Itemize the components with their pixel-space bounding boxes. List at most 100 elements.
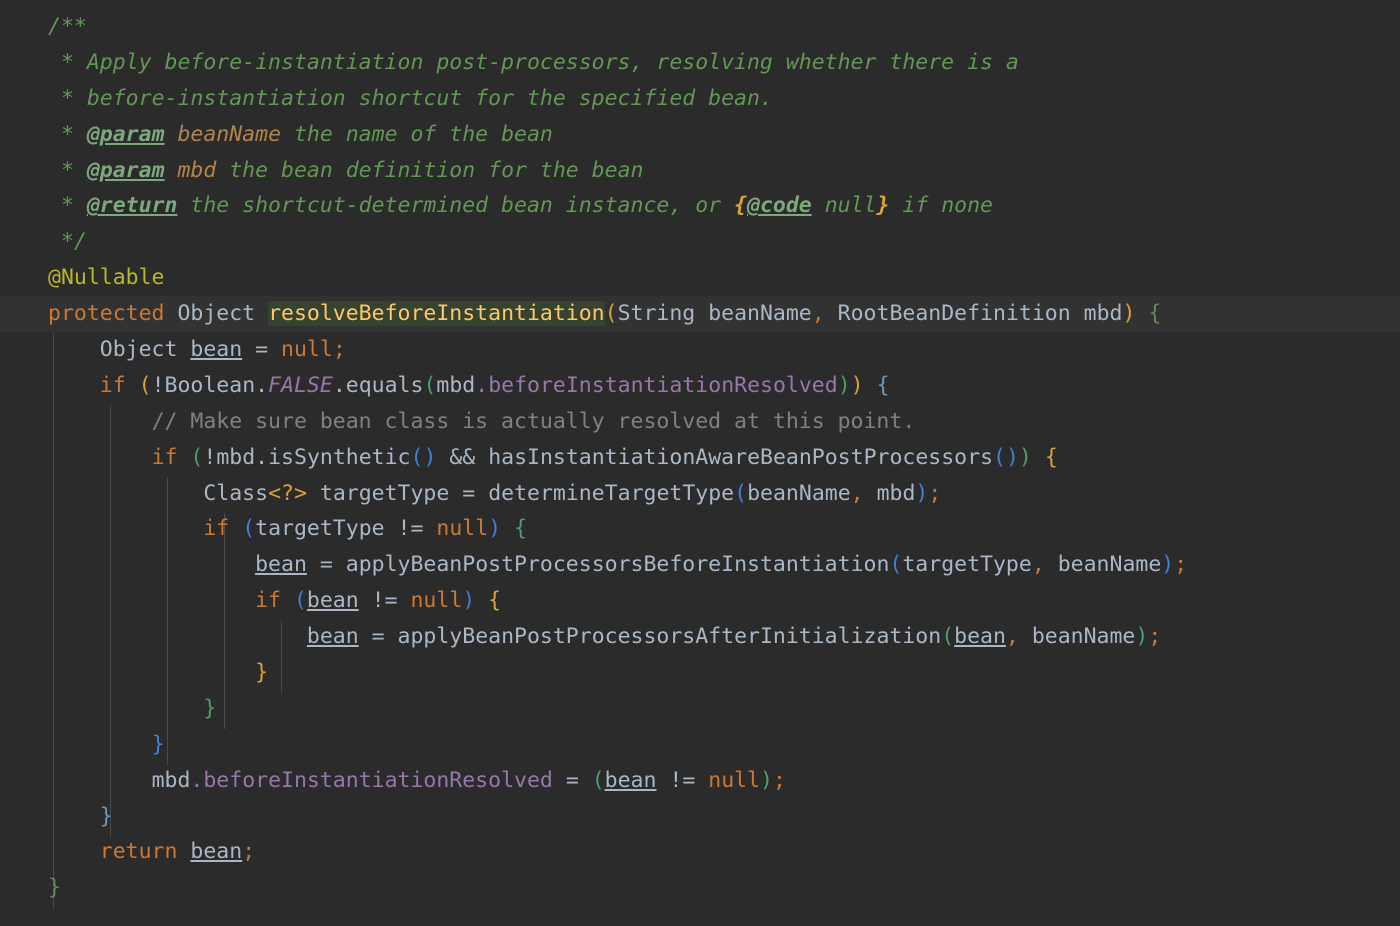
- javadoc-star: *: [48, 157, 87, 183]
- field-beforeinstantiationresolved: beforeInstantiationResolved: [488, 372, 838, 398]
- paren-open: (: [293, 588, 307, 614]
- brace-open: {: [514, 516, 528, 542]
- semicolon: ;: [1148, 624, 1162, 650]
- paren-open: (: [604, 301, 618, 327]
- javadoc-star: *: [48, 121, 87, 147]
- method-call-hasinstantiationawarebeanpostprocessors: hasInstantiationAwareBeanPostProcessors: [488, 444, 994, 470]
- local-var-targettype: targetType: [319, 480, 450, 506]
- literal-null: null: [281, 337, 333, 363]
- dot: .: [255, 444, 269, 470]
- javadoc-param-name: mbd: [164, 157, 217, 183]
- code-line-3[interactable]: * before-instantiation shortcut for the …: [0, 81, 1400, 117]
- code-line-10[interactable]: Object bean = null;: [0, 332, 1400, 368]
- javadoc-brace-open: {: [734, 193, 748, 219]
- code-line-22[interactable]: mbd.beforeInstantiationResolved = (bean …: [0, 763, 1400, 799]
- code-line-16[interactable]: bean = applyBeanPostProcessorsBeforeInst…: [0, 547, 1400, 583]
- javadoc-code-value: null: [811, 193, 877, 219]
- javadoc-param-tag: @param: [86, 121, 165, 147]
- code-line-24[interactable]: return bean;: [0, 834, 1400, 870]
- javadoc-return-tag: @return: [86, 193, 178, 219]
- line-comment: // Make sure bean class is actually reso…: [151, 408, 916, 434]
- javadoc-text-a: the shortcut-determined bean instance, o…: [177, 193, 735, 219]
- type-object: Object: [99, 337, 178, 363]
- code-line-20[interactable]: }: [0, 691, 1400, 727]
- comma: ,: [1031, 552, 1045, 578]
- code-line-23[interactable]: }: [0, 799, 1400, 835]
- method-call-applybeanpostprocessorsafterinitialization: applyBeanPostProcessorsAfterInitializati…: [397, 624, 942, 650]
- code-line-7[interactable]: */: [0, 224, 1400, 260]
- brace-open: {: [1148, 301, 1162, 327]
- paren-inner-open: (: [423, 372, 437, 398]
- javadoc-open: /**: [48, 14, 87, 39]
- code-line-9-method-signature[interactable]: protected Object resolveBeforeInstantiat…: [0, 296, 1400, 333]
- literal-null: null: [708, 767, 761, 793]
- code-line-25[interactable]: }: [0, 870, 1400, 906]
- paren-open: (: [190, 444, 204, 470]
- paren-open: (: [591, 767, 605, 793]
- brace-open: {: [876, 372, 890, 398]
- code-line-4[interactable]: * @param beanName the name of the bean: [0, 117, 1400, 153]
- dot: .: [255, 372, 269, 398]
- arg-targettype: targetType: [902, 552, 1032, 578]
- empty-parens: (): [993, 444, 1019, 470]
- brace-close-method: }: [48, 875, 61, 901]
- code-line-13[interactable]: if (!mbd.isSynthetic() && hasInstantiati…: [0, 440, 1400, 476]
- code-line-6[interactable]: * @return the shortcut-determined bean i…: [0, 188, 1400, 224]
- paren-close: ): [760, 767, 773, 793]
- code-line-19[interactable]: }: [0, 655, 1400, 691]
- arg-beanname: beanName: [1057, 552, 1162, 578]
- ident-mbd: mbd: [216, 444, 256, 470]
- code-line-15[interactable]: if (targetType != null) {: [0, 511, 1400, 547]
- paren-close: ): [915, 480, 929, 506]
- code-line-2[interactable]: * Apply before-instantiation post-proces…: [0, 45, 1400, 81]
- local-var-bean: bean: [190, 839, 243, 865]
- keyword-if: if: [255, 588, 281, 614]
- code-line-17[interactable]: if (bean != null) {: [0, 583, 1400, 619]
- code-line-12[interactable]: // Make sure bean class is actually reso…: [0, 404, 1400, 440]
- comma: ,: [1005, 624, 1019, 650]
- keyword-if: if: [151, 444, 178, 470]
- semicolon: ;: [1174, 552, 1188, 578]
- paren-close: ): [1135, 624, 1149, 650]
- type-class: Class: [203, 480, 269, 506]
- assign-operator: =: [255, 337, 269, 363]
- paren-inner-close: ): [837, 372, 851, 398]
- method-name-highlight: resolveBeforeInstantiation: [268, 301, 605, 327]
- arg-bean: bean: [954, 624, 1006, 650]
- javadoc-text-c: if none: [889, 193, 993, 219]
- method-call-equals: equals: [345, 372, 424, 398]
- code-line-14[interactable]: Class<?> targetType = determineTargetTyp…: [0, 476, 1400, 512]
- javadoc-star: *: [48, 193, 87, 219]
- code-line-21[interactable]: }: [0, 727, 1400, 763]
- code-line-5[interactable]: * @param mbd the bean definition for the…: [0, 153, 1400, 189]
- paren-open: (: [734, 480, 748, 506]
- ident-mbd: mbd: [151, 767, 191, 793]
- code-line-18[interactable]: bean = applyBeanPostProcessorsAfterIniti…: [0, 619, 1400, 655]
- javadoc-close: */: [48, 229, 87, 255]
- code-line-8[interactable]: @Nullable: [0, 260, 1400, 296]
- semicolon: ;: [928, 480, 942, 506]
- empty-parens: (): [410, 444, 437, 470]
- javadoc-param-name: beanName: [164, 121, 282, 147]
- paren-close: ): [1018, 444, 1032, 470]
- type-string: String: [617, 301, 696, 327]
- javadoc-star: *: [48, 85, 87, 111]
- comma: ,: [811, 301, 825, 327]
- keyword-return: return: [99, 839, 178, 865]
- javadoc-param-tag: @param: [86, 157, 165, 183]
- code-line-1[interactable]: /**: [0, 9, 1400, 45]
- literal-null: null: [436, 516, 489, 542]
- type-rootbeandefinition: RootBeanDefinition: [837, 301, 1071, 327]
- dot: .: [475, 372, 489, 398]
- keyword-if: if: [203, 516, 230, 542]
- code-line-11[interactable]: if (!Boolean.FALSE.equals(mbd.beforeInst…: [0, 368, 1400, 404]
- paren-close: ): [1122, 301, 1136, 327]
- javadoc-code-tag: @code: [747, 193, 812, 219]
- javadoc-star: *: [48, 49, 87, 75]
- type-boolean: Boolean: [164, 372, 256, 398]
- assign-operator: =: [371, 624, 385, 650]
- literal-null: null: [410, 588, 463, 614]
- code-editor[interactable]: /** * Apply before-instantiation post-pr…: [0, 0, 1400, 926]
- and-operator: &&: [449, 444, 476, 470]
- annotation-nullable[interactable]: @Nullable: [48, 265, 165, 290]
